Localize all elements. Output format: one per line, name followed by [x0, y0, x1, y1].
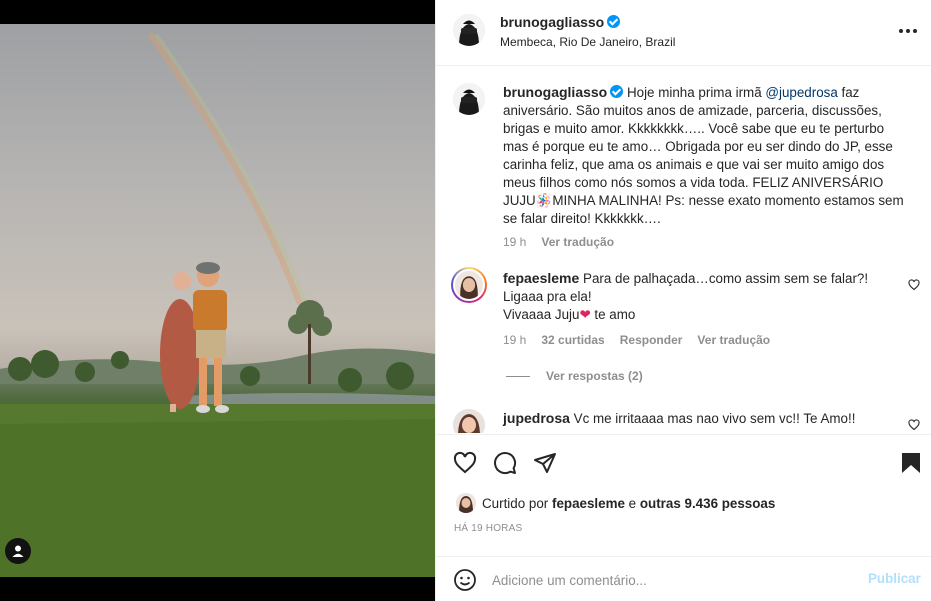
- share-send-icon[interactable]: [532, 450, 558, 476]
- post-timestamp[interactable]: HÁ 19 HORAS: [454, 523, 522, 534]
- comment-time[interactable]: 19 h: [503, 333, 526, 347]
- comment-item: jupedrosa Vc me irritaaaa mas nao vivo s…: [453, 409, 923, 433]
- commenter-username[interactable]: fepaesleme: [503, 270, 579, 286]
- author-username[interactable]: brunogagliasso: [500, 14, 621, 30]
- caption-meta: 19 h Ver tradução: [503, 235, 913, 249]
- comment-body: Vc me irritaaaa mas nao vivo sem vc!! Te…: [573, 411, 856, 426]
- heart-emoji: ❤: [579, 307, 591, 322]
- save-bookmark-icon[interactable]: [898, 450, 924, 476]
- post-location[interactable]: Membeca, Rio De Janeiro, Brazil: [500, 35, 675, 49]
- author-avatar[interactable]: [453, 14, 485, 46]
- view-replies-line: [506, 375, 530, 377]
- emoji-icon[interactable]: [453, 568, 477, 592]
- comment-text: jupedrosa Vc me irritaaaa mas nao vivo s…: [503, 409, 898, 428]
- user-tag-icon[interactable]: [5, 538, 31, 564]
- verified-badge-icon: [607, 15, 621, 28]
- view-replies-button[interactable]: Ver respostas (2): [506, 369, 643, 383]
- caption-time[interactable]: 19 h: [503, 235, 526, 249]
- caption-mention-link[interactable]: @jupedrosa: [765, 85, 837, 100]
- caption-username[interactable]: brunogagliasso: [503, 84, 624, 100]
- verified-badge-icon: [610, 85, 624, 98]
- like-comment-heart-icon[interactable]: [908, 419, 920, 431]
- caption-text: brunogagliasso Hoje minha prima irmã @ju…: [503, 83, 913, 228]
- comment-likes-count[interactable]: 32 curtidas: [541, 333, 604, 347]
- liked-by-user-link[interactable]: fepaesleme: [552, 496, 625, 511]
- comment-body-line2: Vivaaaa Juju: [503, 307, 580, 322]
- commenter-avatar[interactable]: [453, 269, 485, 301]
- post-header: brunogagliasso Membeca, Rio De Janeiro, …: [436, 0, 931, 66]
- post-photo[interactable]: [0, 24, 435, 577]
- liked-by-summary: Curtido por fepaesleme e outras 9.436 pe…: [456, 493, 775, 513]
- commenter-username[interactable]: jupedrosa: [503, 410, 570, 426]
- post-media: [0, 0, 435, 601]
- caption-author-avatar[interactable]: [453, 83, 485, 115]
- comment-text: fepaesleme Para de palhaçada…como assim …: [503, 269, 898, 324]
- liked-by-prefix: Curtido por: [482, 495, 549, 511]
- commenter-avatar[interactable]: [453, 409, 485, 433]
- liked-by-conjunction: e: [628, 495, 637, 511]
- comment-item: fepaesleme Para de palhaçada…como assim …: [451, 267, 923, 347]
- story-ring[interactable]: [451, 267, 487, 303]
- publish-button[interactable]: Publicar: [868, 571, 921, 586]
- caption: brunogagliasso Hoje minha prima irmã @ju…: [453, 83, 913, 249]
- comment-input[interactable]: [492, 569, 852, 591]
- like-heart-icon[interactable]: [452, 450, 478, 476]
- like-comment-heart-icon[interactable]: [908, 279, 920, 291]
- post-actions: Curtido por fepaesleme e outras 9.436 pe…: [436, 434, 931, 601]
- see-translation-link[interactable]: Ver tradução: [697, 333, 770, 347]
- reply-button[interactable]: Responder: [620, 333, 683, 347]
- comment-bubble-icon[interactable]: [492, 450, 518, 476]
- see-translation-link[interactable]: Ver tradução: [541, 235, 614, 249]
- caption-text-part: Hoje minha prima irmã: [626, 85, 766, 100]
- more-options-icon[interactable]: [896, 24, 920, 38]
- comments-section: brunogagliasso Hoje minha prima irmã @ju…: [436, 67, 931, 433]
- comment-body-line2-end: te amo: [590, 307, 636, 322]
- add-comment-bar: Publicar: [436, 556, 931, 601]
- post-panel: brunogagliasso Membeca, Rio De Janeiro, …: [435, 0, 931, 601]
- photo-illustration: [0, 32, 435, 577]
- liked-by-avatar[interactable]: [456, 493, 476, 513]
- comment-meta: 19 h 32 curtidas Responder Ver tradução: [503, 333, 923, 347]
- caption-text-part: faz aniversário. São muitos anos de amiz…: [503, 85, 904, 226]
- liked-by-others-link[interactable]: outras 9.436 pessoas: [640, 496, 775, 511]
- view-replies-label: Ver respostas (2): [546, 369, 643, 383]
